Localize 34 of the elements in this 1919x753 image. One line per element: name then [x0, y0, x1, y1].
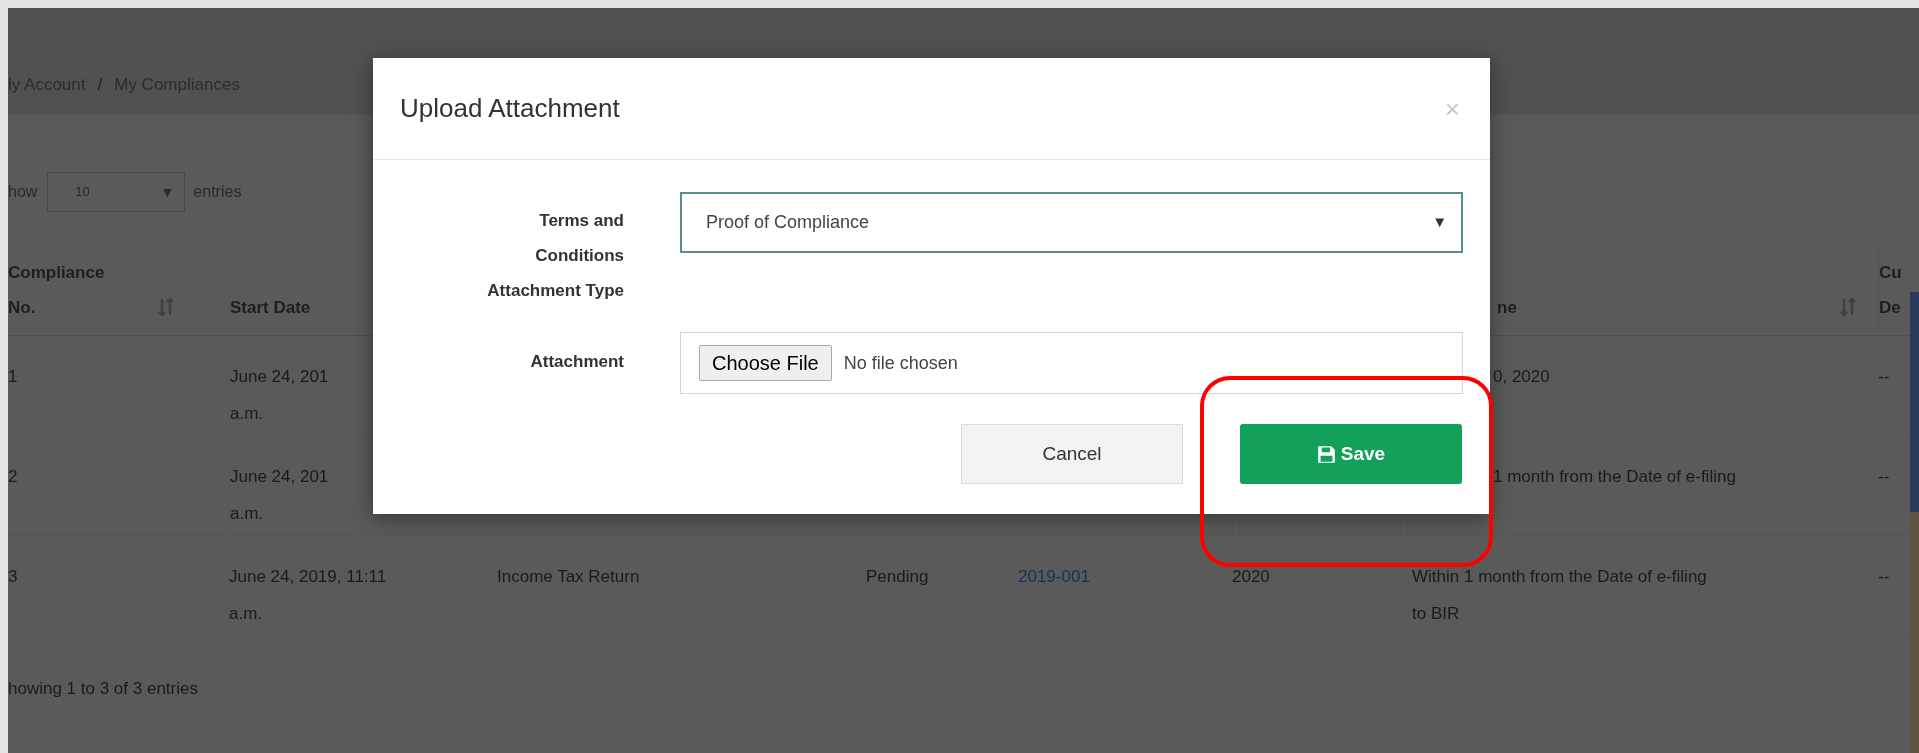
modal-title: Upload Attachment	[400, 92, 620, 125]
close-button[interactable]: ×	[1444, 95, 1460, 122]
breadcrumb-separator: /	[97, 73, 103, 96]
table-cell: Within 1 month from the Date of e-filing to BIR	[1412, 567, 1707, 623]
table-cell: --	[1878, 567, 1890, 586]
table-cell: 3	[8, 567, 18, 586]
table-cell: 1 month from the Date of e-filing	[1493, 467, 1736, 486]
field-label: Attachment	[529, 351, 624, 373]
table-cell: 0, 2020	[1493, 367, 1550, 386]
table-cell: --	[1878, 367, 1890, 386]
table-cell: June 24, 201 a.m.	[230, 367, 329, 423]
attachment-type-select[interactable]: Proof of Compliance ▼	[680, 192, 1463, 253]
column-header[interactable]: Cu De	[1879, 255, 1902, 325]
sort-icon[interactable]	[158, 297, 174, 317]
file-status-text: No file chosen	[843, 351, 958, 375]
table-cell: June 24, 201 a.m.	[230, 467, 329, 523]
column-header[interactable]: Compliance No.	[8, 255, 105, 325]
cancel-button[interactable]: Cancel	[961, 424, 1183, 484]
table-cell: 1	[8, 367, 18, 386]
table-cell: --	[1878, 467, 1890, 486]
table-info: howing 1 to 3 of 3 entries	[8, 678, 199, 700]
table-cell: 2	[8, 467, 18, 486]
field-label: Terms and Conditions Attachment Type	[486, 210, 624, 302]
table-cell: Income Tax Return	[497, 567, 640, 586]
table-cell: Pending	[866, 567, 929, 586]
column-header[interactable]: Start Date	[230, 290, 311, 325]
save-button[interactable]: Save	[1240, 424, 1462, 484]
sort-icon[interactable]	[1840, 297, 1856, 317]
column-header[interactable]: ne	[1497, 290, 1517, 325]
table-link[interactable]: 2019-001	[1018, 567, 1090, 586]
file-input-field[interactable]: Choose File No file chosen	[680, 332, 1463, 394]
choose-file-button[interactable]: Choose File	[699, 345, 832, 381]
table-cell: 2020	[1232, 567, 1270, 586]
table-cell: June 24, 2019, 11:11 a.m.	[229, 567, 387, 623]
